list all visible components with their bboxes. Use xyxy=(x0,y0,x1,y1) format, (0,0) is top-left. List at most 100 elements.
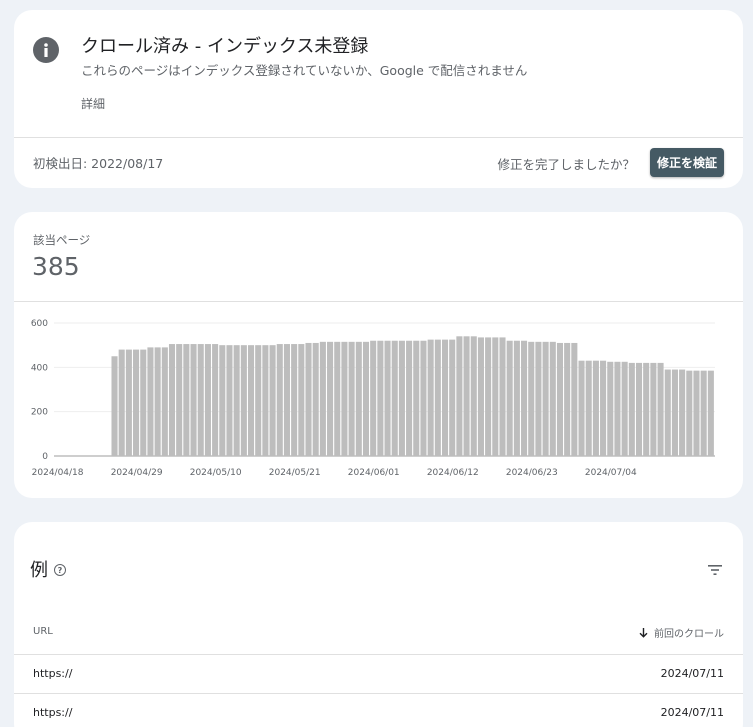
chart-bar[interactable] xyxy=(427,339,434,457)
chart-bar[interactable] xyxy=(528,341,535,456)
chart-bar[interactable] xyxy=(176,344,183,456)
chart-bar[interactable] xyxy=(671,369,678,456)
examples-card: 例 ? URL 前回のクロール https:// 2024/07/11 http… xyxy=(14,522,743,727)
chart-bar[interactable] xyxy=(219,345,226,456)
chart-bar[interactable] xyxy=(607,361,614,456)
chart-bar[interactable] xyxy=(420,340,427,456)
chart-bar[interactable] xyxy=(679,369,686,456)
chart-bar[interactable] xyxy=(111,356,118,456)
chart-bar[interactable] xyxy=(535,341,542,456)
chart-bar[interactable] xyxy=(614,361,621,456)
chart-bar[interactable] xyxy=(564,342,571,456)
chart-bar[interactable] xyxy=(441,339,449,457)
chart-bar[interactable] xyxy=(384,340,391,456)
chart-bar[interactable] xyxy=(693,370,700,456)
chart-bar[interactable] xyxy=(621,361,628,456)
chart-bar[interactable] xyxy=(434,339,441,457)
chart-bar[interactable] xyxy=(133,349,140,456)
affected-pages-count: 385 xyxy=(32,252,80,281)
chart-bar[interactable] xyxy=(628,362,635,456)
chart-bar[interactable] xyxy=(635,362,643,456)
chart-bar[interactable] xyxy=(456,336,463,456)
chart-y-tick-label: 600 xyxy=(31,319,48,329)
chart-bar[interactable] xyxy=(700,370,707,456)
table-row[interactable]: https:// 2024/07/11 xyxy=(14,693,743,727)
chart-bar[interactable] xyxy=(212,344,219,456)
chart-bar[interactable] xyxy=(578,360,585,456)
table-row[interactable]: https:// 2024/07/11 xyxy=(14,654,743,692)
chart-bar[interactable] xyxy=(197,344,204,456)
chart-bar[interactable] xyxy=(470,336,477,456)
chart-bar[interactable] xyxy=(125,349,132,456)
chart-bar[interactable] xyxy=(348,341,355,456)
chart-bar[interactable] xyxy=(247,345,255,456)
chart-bar[interactable] xyxy=(283,344,290,456)
chart-bar[interactable] xyxy=(327,341,334,456)
chart-bar[interactable] xyxy=(233,345,240,456)
chart-bar[interactable] xyxy=(305,342,312,456)
chart-bar[interactable] xyxy=(334,341,341,456)
chart-bar[interactable] xyxy=(168,344,176,456)
chart-bar[interactable] xyxy=(600,360,607,456)
chart-bar[interactable] xyxy=(118,349,125,456)
chart-bar[interactable] xyxy=(549,341,556,456)
chart-x-tick-label: 2024/04/29 xyxy=(111,468,163,478)
chart-bar[interactable] xyxy=(262,345,269,456)
column-header-last-crawl[interactable]: 前回のクロール xyxy=(639,625,724,640)
chart-bar[interactable] xyxy=(571,342,578,456)
chart-bar[interactable] xyxy=(391,340,398,456)
chart-bar[interactable] xyxy=(686,370,693,456)
chart-bar[interactable] xyxy=(377,340,384,456)
chart-bar[interactable] xyxy=(406,340,413,456)
chart-bar[interactable] xyxy=(226,345,233,456)
chart-bar[interactable] xyxy=(154,347,161,456)
chart-bar[interactable] xyxy=(485,337,492,456)
chart-bar[interactable] xyxy=(664,369,671,456)
chart-bar[interactable] xyxy=(585,360,592,456)
chart-bar[interactable] xyxy=(276,344,283,456)
chart-y-tick-label: 400 xyxy=(31,363,48,373)
chart-bar[interactable] xyxy=(370,340,377,456)
chart-bar[interactable] xyxy=(521,340,528,456)
chart-bar[interactable] xyxy=(140,349,147,456)
chart-bar[interactable] xyxy=(650,362,657,456)
validate-fix-button[interactable]: 修正を検証 xyxy=(649,148,724,177)
chart-bar[interactable] xyxy=(204,344,211,456)
help-icon[interactable]: ? xyxy=(54,564,66,576)
chart-bar[interactable] xyxy=(707,370,714,456)
card-divider xyxy=(14,137,743,138)
chart-bar[interactable] xyxy=(499,337,506,456)
chart-bar[interactable] xyxy=(449,339,456,457)
chart-bar[interactable] xyxy=(291,344,298,456)
chart-bar[interactable] xyxy=(255,345,262,456)
chart-bar[interactable] xyxy=(657,362,664,456)
chart-bar[interactable] xyxy=(183,344,190,456)
chart-bar[interactable] xyxy=(398,340,405,456)
chart-bar[interactable] xyxy=(355,341,362,456)
chart-bar[interactable] xyxy=(319,341,326,456)
chart-bar[interactable] xyxy=(592,360,599,456)
chart-bar[interactable] xyxy=(513,340,520,456)
chart-bar[interactable] xyxy=(463,336,470,456)
chart-bar[interactable] xyxy=(556,342,564,456)
row-last-crawl-date: 2024/07/11 xyxy=(660,706,724,719)
chart-bar[interactable] xyxy=(312,342,319,456)
details-link[interactable]: 詳細 xyxy=(81,95,105,112)
chart-bar[interactable] xyxy=(190,344,197,456)
chart-bar[interactable] xyxy=(298,344,305,456)
chart-bar[interactable] xyxy=(506,340,513,456)
column-header-url[interactable]: URL xyxy=(33,626,53,637)
chart-bar[interactable] xyxy=(147,347,154,456)
affected-pages-chart: 600 400 200 0 2024/04/18 2024/04/29 2024/05/1… xyxy=(31,319,715,478)
chart-bar[interactable] xyxy=(240,345,247,456)
chart-bar[interactable] xyxy=(492,337,499,456)
chart-bar[interactable] xyxy=(413,340,420,456)
chart-bar[interactable] xyxy=(477,337,484,456)
chart-bar[interactable] xyxy=(269,345,276,456)
chart-bar[interactable] xyxy=(161,347,168,456)
chart-bar[interactable] xyxy=(643,362,650,456)
filter-icon[interactable] xyxy=(708,560,722,579)
chart-bar[interactable] xyxy=(542,341,549,456)
chart-bar[interactable] xyxy=(341,341,348,456)
chart-bar[interactable] xyxy=(362,341,370,456)
